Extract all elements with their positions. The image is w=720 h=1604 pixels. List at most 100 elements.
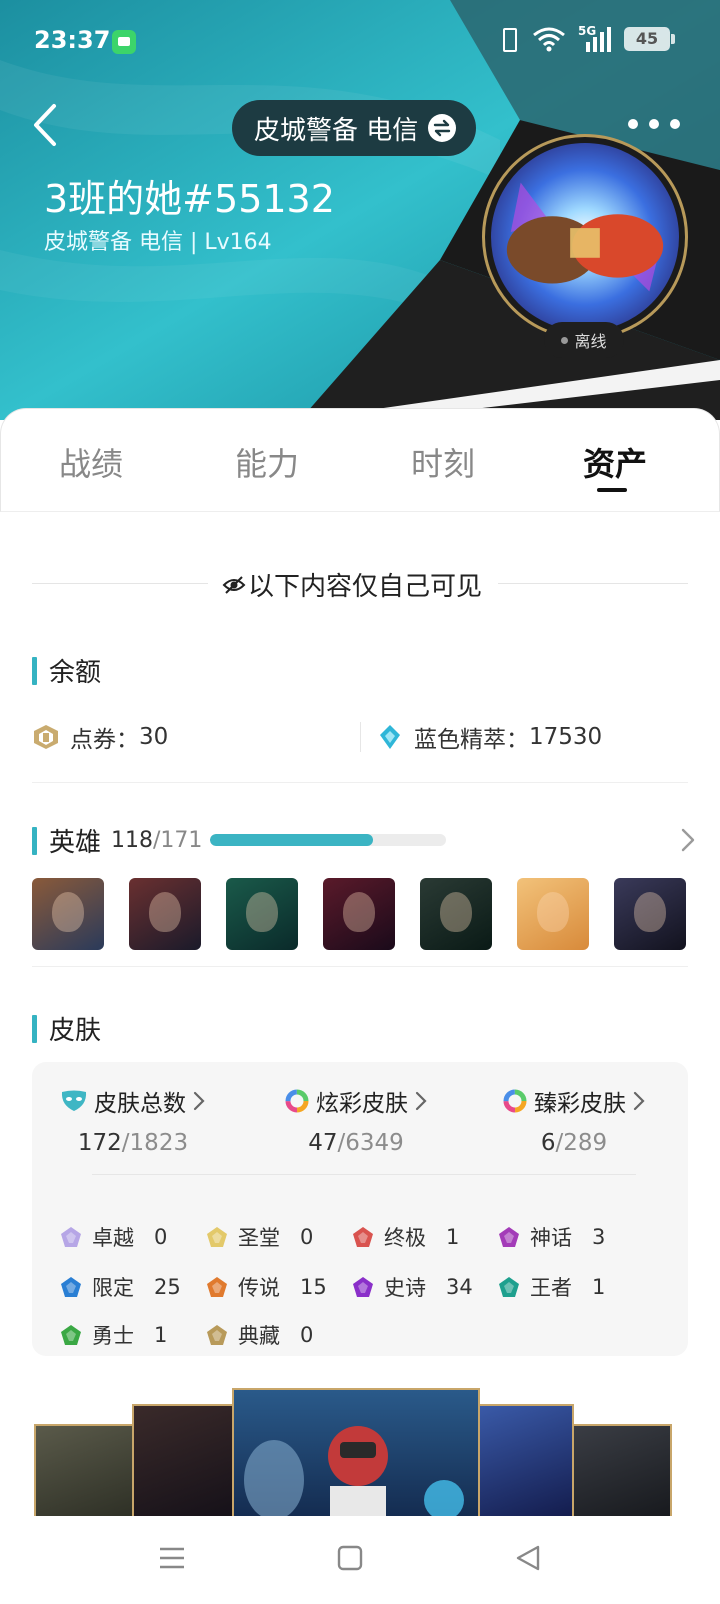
rarity-label: 勇士 — [92, 1324, 134, 1348]
blue-essence-icon — [380, 725, 400, 749]
tab-moments[interactable]: 时刻 — [411, 439, 475, 485]
hero-face-shape — [343, 892, 375, 932]
coupons-value: 30 — [139, 724, 169, 750]
menu-icon[interactable] — [152, 1538, 192, 1578]
skin-summary-card: 皮肤总数 172/1823 炫彩皮肤 47/6349 臻彩皮肤 6/289 卓越… — [32, 1062, 688, 1356]
hero-owned: 118 — [111, 828, 154, 853]
section-title-text: 皮肤 — [49, 1016, 102, 1046]
balance-row: 点券： 30 蓝色精萃： 17530 — [0, 720, 720, 760]
hero-portrait-1[interactable] — [32, 878, 104, 950]
divider — [32, 782, 688, 783]
hero-portrait-5[interactable] — [420, 878, 492, 950]
rarity-gem-icon — [61, 1277, 81, 1297]
coupon-icon — [34, 725, 58, 749]
tab-record[interactable]: 战绩 — [59, 439, 123, 485]
status-text: 离线 — [574, 332, 607, 351]
skins-section-title: 皮肤 — [32, 1010, 101, 1047]
chroma-skin-label: 炫彩皮肤 — [316, 1091, 408, 1117]
server-label: 皮城警备 电信 — [254, 115, 419, 146]
rarity-gem-icon — [207, 1277, 227, 1297]
hero-portrait-4[interactable] — [323, 878, 395, 950]
rarity-count: 1 — [446, 1225, 460, 1249]
hero-portrait-6[interactable] — [517, 878, 589, 950]
dot-icon — [628, 119, 638, 129]
section-accent-bar — [32, 656, 37, 685]
rarity-label: 圣堂 — [238, 1226, 280, 1250]
avatar — [491, 143, 679, 331]
skin-total-stat[interactable]: 皮肤总数 172/1823 — [60, 1084, 206, 1156]
chroma-skin-total: /6349 — [337, 1130, 404, 1156]
skin-showcase-carousel[interactable] — [0, 1388, 720, 1516]
rarity-label: 卓越 — [92, 1226, 134, 1250]
coupons-label: 点券： — [70, 727, 139, 753]
rarity-item: 圣堂 0 — [206, 1222, 313, 1252]
rarity-gem-icon — [353, 1277, 373, 1297]
skin-card[interactable] — [572, 1424, 672, 1516]
rarity-count: 34 — [446, 1275, 473, 1299]
tab-bar: 战绩 能力 时刻 资产 — [0, 408, 720, 512]
status-bar: 23:37 5G 45 — [0, 18, 720, 64]
heroes-section-title[interactable]: 英雄 118/171 — [32, 822, 202, 859]
home-square-icon[interactable] — [330, 1538, 370, 1578]
back-button[interactable] — [28, 102, 68, 148]
skin-total-count: /1823 — [121, 1130, 189, 1156]
rarity-label: 史诗 — [384, 1276, 426, 1300]
privacy-notice: 以下内容仅自己可见 — [0, 564, 720, 604]
profile-header: 23:37 5G 45 皮城警备 电信 3班的她#55132 皮城警备 电信 |… — [0, 0, 720, 420]
message-app-icon — [112, 30, 136, 54]
chroma-skin-stat[interactable]: 炫彩皮肤 47/6349 — [284, 1084, 428, 1156]
hidden-eye-icon — [222, 575, 246, 594]
status-clock: 23:37 — [34, 26, 111, 54]
skin-card[interactable] — [132, 1404, 234, 1516]
rarity-label: 王者 — [530, 1276, 572, 1300]
more-options-button[interactable] — [628, 114, 680, 134]
rarity-count: 0 — [154, 1225, 168, 1249]
prestige-chroma-stat[interactable]: 臻彩皮肤 6/289 — [502, 1084, 646, 1156]
rarity-item: 典藏 0 — [206, 1320, 313, 1350]
skin-card-featured[interactable] — [232, 1388, 480, 1516]
rarity-count: 1 — [154, 1323, 168, 1347]
chroma-ring-icon — [503, 1089, 527, 1113]
rarity-gem-icon — [353, 1227, 373, 1247]
avatar-frame[interactable] — [482, 134, 688, 340]
hero-face-shape — [537, 892, 569, 932]
section-title-text: 余额 — [49, 658, 102, 688]
tab-ability[interactable]: 能力 — [235, 439, 299, 485]
chevron-right-icon — [415, 1091, 427, 1111]
hero-face-shape — [440, 892, 472, 932]
rarity-count: 3 — [592, 1225, 606, 1249]
skin-card[interactable] — [34, 1424, 134, 1516]
rarity-item: 史诗 34 — [352, 1272, 473, 1302]
prestige-chroma-total: /289 — [555, 1130, 608, 1156]
swap-icon — [428, 114, 457, 142]
hero-portrait-2[interactable] — [129, 878, 201, 950]
player-server-level: 皮城警备 电信 | Lv164 — [44, 230, 272, 255]
chroma-ring-icon — [285, 1089, 309, 1113]
hero-portrait-3[interactable] — [226, 878, 298, 950]
chevron-right-icon — [193, 1091, 205, 1111]
dot-icon — [649, 119, 659, 129]
tab-assets[interactable]: 资产 — [583, 439, 647, 485]
dot-icon — [670, 119, 680, 129]
back-triangle-icon[interactable] — [508, 1538, 548, 1578]
rarity-label: 传说 — [238, 1276, 280, 1300]
rarity-gem-icon — [499, 1227, 519, 1247]
rarity-gem-icon — [207, 1227, 227, 1247]
rarity-count: 0 — [300, 1323, 314, 1347]
system-navigation-bar — [0, 1516, 720, 1604]
section-accent-bar — [32, 826, 37, 855]
divider — [32, 583, 208, 584]
chevron-right-icon[interactable] — [680, 826, 696, 854]
rarity-item: 传说 15 — [206, 1272, 327, 1302]
section-accent-bar — [32, 1014, 37, 1043]
status-dot-icon — [561, 336, 569, 344]
balance-section-title: 余额 — [32, 652, 101, 689]
battery-icon: 45 — [624, 27, 675, 51]
skin-card[interactable] — [476, 1404, 574, 1516]
rarity-count: 0 — [300, 1225, 314, 1249]
server-switch-button[interactable]: 皮城警备 电信 — [232, 100, 477, 156]
hero-portrait-7[interactable] — [614, 878, 686, 950]
hero-face-shape — [246, 892, 278, 932]
prestige-chroma-label: 臻彩皮肤 — [534, 1091, 626, 1117]
hero-face-shape — [52, 892, 84, 932]
